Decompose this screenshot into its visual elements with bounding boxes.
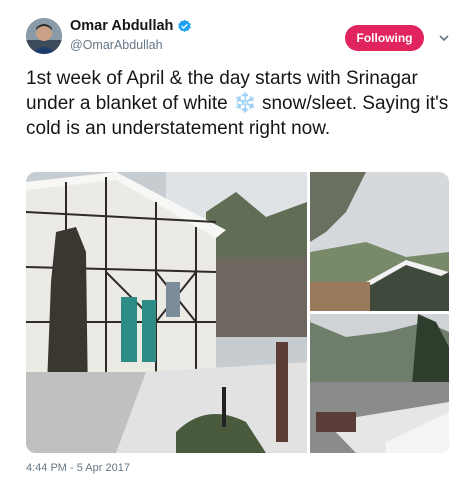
author-name-row: Omar Abdullah xyxy=(70,18,192,34)
chevron-down-icon[interactable] xyxy=(437,31,451,45)
tweet-timestamp[interactable]: 4:44 PM - 5 Apr 2017 xyxy=(26,462,130,474)
tweet-media[interactable] xyxy=(26,172,449,453)
photo-top-right[interactable] xyxy=(310,172,449,311)
following-button[interactable]: Following xyxy=(345,25,424,51)
author-name[interactable]: Omar Abdullah xyxy=(70,18,173,34)
author-handle[interactable]: @OmarAbdullah xyxy=(70,38,163,52)
tweet-text: 1st week of April & the day starts with … xyxy=(26,68,449,139)
avatar[interactable] xyxy=(26,18,62,54)
photo-main[interactable] xyxy=(26,172,307,453)
verified-badge-icon xyxy=(177,19,192,34)
photo-bottom-right[interactable] xyxy=(310,314,449,453)
